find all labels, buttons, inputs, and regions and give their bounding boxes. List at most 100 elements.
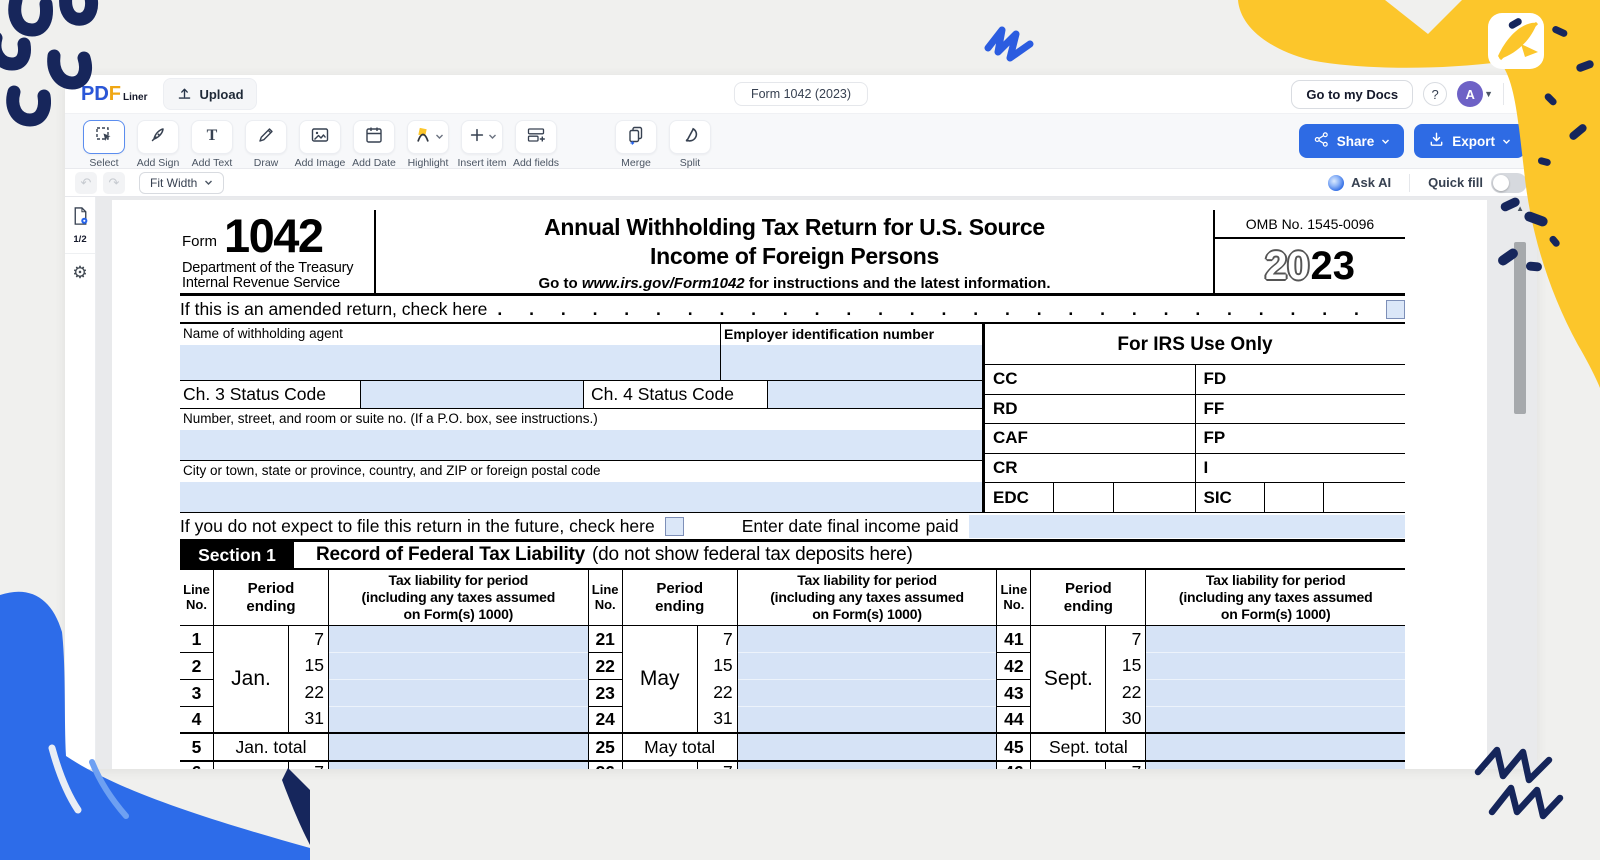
form-title-block: Annual Withholding Tax Return for U.S. S… xyxy=(376,210,1213,293)
next-day-cell: 7 xyxy=(1106,762,1146,769)
quick-fill-toggle[interactable] xyxy=(1491,173,1527,193)
future-filing-row: If you do not expect to file this return… xyxy=(180,513,1405,542)
page-thumbnails-button[interactable]: 1/2 xyxy=(65,206,95,254)
line-number: 3 xyxy=(180,680,214,707)
month-total-input[interactable] xyxy=(1146,734,1405,762)
amended-return-checkbox[interactable] xyxy=(1386,300,1405,319)
future-filing-checkbox[interactable] xyxy=(665,517,684,536)
month-total-label: Jan. total xyxy=(214,734,329,762)
next-tax-cell xyxy=(329,762,588,769)
next-month-cell xyxy=(214,762,289,769)
editing-toolbar: Select Add Sign T Add Text Draw Add Imag… xyxy=(65,113,1537,169)
tax-liability-input[interactable] xyxy=(1146,653,1405,680)
avatar[interactable]: A xyxy=(1457,81,1483,107)
tool-insert-item[interactable]: Insert item xyxy=(455,120,509,169)
dot-leader: . . . . . . . . . . . . . . . . . . . . … xyxy=(497,299,1376,320)
tax-liability-input[interactable] xyxy=(1146,626,1405,653)
tax-liability-input[interactable] xyxy=(738,707,997,734)
month-total-label: Sept. total xyxy=(1031,734,1146,762)
tool-highlight[interactable]: Highlight xyxy=(401,120,455,169)
tool-select[interactable]: Select xyxy=(77,120,131,169)
form-fields-icon xyxy=(526,125,547,150)
tool-draw[interactable]: Draw xyxy=(239,120,293,169)
tool-add-text[interactable]: T Add Text xyxy=(185,120,239,169)
tool-add-image[interactable]: Add Image xyxy=(293,120,347,169)
scrollbar-thumb[interactable] xyxy=(1514,242,1526,414)
tool-split[interactable]: Split xyxy=(663,120,717,169)
line-number: 43 xyxy=(997,680,1031,707)
irs-url: www.irs.gov/Form1042 xyxy=(582,275,745,292)
topbar-right-group: Go to my Docs ? A ▼ ▲ xyxy=(1291,80,1527,109)
avatar-chevron-down-icon[interactable]: ▼ xyxy=(1484,89,1493,99)
withholding-agent-input[interactable] xyxy=(180,345,720,380)
tool-add-date[interactable]: Add Date xyxy=(347,120,401,169)
line-number: 42 xyxy=(997,653,1031,680)
help-button[interactable]: ? xyxy=(1423,82,1447,106)
collapse-toolbar-icon[interactable]: ▲ xyxy=(1514,89,1527,99)
upload-icon xyxy=(176,84,193,104)
section1-note: (do not show federal tax deposits here) xyxy=(592,542,913,568)
form-title-line1: Annual Withholding Tax Return for U.S. S… xyxy=(376,213,1213,242)
tool-add-fields[interactable]: Add fields xyxy=(509,120,563,169)
export-button[interactable]: Export xyxy=(1414,124,1525,158)
form-title-line2: Income of Foreign Persons xyxy=(376,242,1213,271)
tax-liability-input[interactable] xyxy=(738,680,997,707)
line-number: 44 xyxy=(997,707,1031,734)
total-line-number: 45 xyxy=(997,734,1031,762)
withholding-agent-label: Name of withholding agent xyxy=(180,324,720,342)
go-to-my-docs-button[interactable]: Go to my Docs xyxy=(1291,80,1413,109)
ask-ai-button[interactable]: Ask AI xyxy=(1328,175,1391,191)
document-title-pill[interactable]: Form 1042 (2023) xyxy=(734,82,868,106)
pdfliner-logo[interactable]: PDFLiner xyxy=(81,83,147,106)
form-header: Form 1042 Department of the Treasury Int… xyxy=(180,210,1405,296)
tax-liability-input[interactable] xyxy=(329,707,588,734)
select-cursor-icon xyxy=(94,125,114,150)
irs-use-only-box: For IRS Use Only CC FD RD FF CAF xyxy=(982,324,1405,512)
ch4-status-input[interactable] xyxy=(768,381,982,408)
final-income-date-input[interactable] xyxy=(969,515,1405,538)
month-total-input[interactable] xyxy=(329,734,588,762)
form-number-block: Form 1042 Department of the Treasury Int… xyxy=(180,210,376,293)
pdf-page: Form 1042 Department of the Treasury Int… xyxy=(112,200,1487,769)
irs-edc-label: EDC xyxy=(985,488,1043,508)
logo-letter-f: F xyxy=(109,83,121,106)
redo-button[interactable]: ↷ xyxy=(103,172,125,194)
upload-button[interactable]: Upload xyxy=(163,78,256,110)
next-month-cell xyxy=(623,762,698,769)
settings-gear-icon[interactable]: ⚙ xyxy=(72,263,87,283)
tax-liability-input[interactable] xyxy=(1146,680,1405,707)
irs-row-edc-sic: EDC SIC xyxy=(985,482,1405,512)
month-total-input[interactable] xyxy=(738,734,997,762)
tool-add-sign[interactable]: Add Sign xyxy=(131,120,185,169)
tax-liability-input[interactable] xyxy=(329,626,588,653)
ch4-status-label: Ch. 4 Status Code xyxy=(584,381,768,408)
export-chevron-down-icon xyxy=(1502,134,1511,149)
irs-caf-label: CAF xyxy=(985,428,1028,448)
table-group-jan: LineNo. Periodending Tax liability for p… xyxy=(180,570,588,769)
calendar-icon xyxy=(364,125,384,150)
next-line-number: 6 xyxy=(180,762,214,769)
share-button[interactable]: Share xyxy=(1299,124,1405,158)
tool-merge[interactable]: Merge xyxy=(609,120,663,169)
tax-liability-input[interactable] xyxy=(738,653,997,680)
line-number: 1 xyxy=(180,626,214,653)
street-label: Number, street, and room or suite no. (I… xyxy=(180,409,982,427)
zoom-level-dropdown[interactable]: Fit Width xyxy=(139,172,224,194)
section1-title: Record of Federal Tax Liability xyxy=(316,542,585,568)
line-number: 4 xyxy=(180,707,214,734)
ch3-status-input[interactable] xyxy=(361,381,584,408)
scrollbar-up-arrow[interactable]: ▲ xyxy=(1516,204,1524,213)
ein-input[interactable] xyxy=(721,345,982,380)
form-number: 1042 xyxy=(224,217,323,256)
document-viewport: Form 1042 Department of the Treasury Int… xyxy=(96,197,1537,769)
city-input[interactable] xyxy=(180,482,982,512)
tax-liability-input[interactable] xyxy=(1146,707,1405,734)
street-input[interactable] xyxy=(180,430,982,460)
tax-liability-input[interactable] xyxy=(329,680,588,707)
section1-badge: Section 1 xyxy=(180,542,294,568)
tax-liability-input[interactable] xyxy=(738,626,997,653)
city-row: City or town, state or province, country… xyxy=(180,461,982,512)
undo-button[interactable]: ↶ xyxy=(75,172,97,194)
tax-liability-input[interactable] xyxy=(329,653,588,680)
highlighter-icon xyxy=(413,125,433,150)
